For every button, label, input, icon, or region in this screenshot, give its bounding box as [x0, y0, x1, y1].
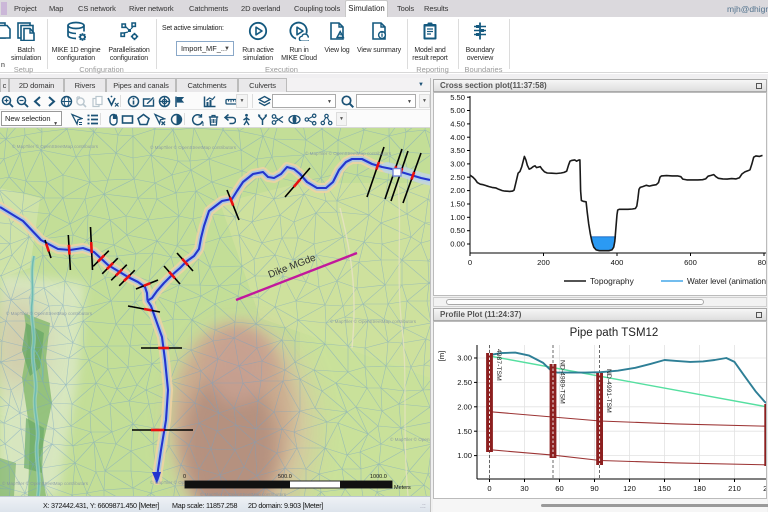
svg-text:2.50: 2.50	[457, 378, 472, 387]
svg-text:0.50: 0.50	[450, 226, 465, 235]
svg-text:[m]: [m]	[437, 351, 446, 361]
svg-text:2.00: 2.00	[457, 402, 472, 411]
svg-text:4.00: 4.00	[450, 133, 465, 142]
svg-text:30: 30	[520, 484, 528, 493]
svg-text:© MapTiler © OpenStreetMap con: © MapTiler © OpenStreetMap contributors	[2, 480, 89, 486]
svg-text:4.50: 4.50	[450, 120, 465, 129]
svg-text:600: 600	[684, 258, 697, 267]
svg-text:3.00: 3.00	[457, 354, 472, 363]
svg-text:0: 0	[487, 484, 491, 493]
svg-text:150: 150	[658, 484, 671, 493]
svg-text:1.50: 1.50	[450, 200, 465, 209]
svg-text:5.00: 5.00	[450, 106, 465, 115]
svg-text:120: 120	[623, 484, 636, 493]
svg-text:© MapTiler © OpenStreetMap con: © MapTiler © OpenStreetMap contributors	[150, 144, 237, 150]
svg-text:© MapTiler © OpenStreetMap con: © MapTiler © OpenStreetMap contributors	[305, 150, 392, 156]
svg-text:© MapTiler © OpenStreetMap con: © MapTiler © OpenStreetMap contributors	[390, 436, 430, 442]
svg-text:5.50: 5.50	[450, 93, 465, 102]
svg-text:180: 180	[693, 484, 706, 493]
svg-text:1.00: 1.00	[457, 451, 472, 460]
svg-text:0.00: 0.00	[450, 240, 465, 249]
svg-text:2.00: 2.00	[450, 186, 465, 195]
svg-text:2.50: 2.50	[450, 173, 465, 182]
svg-text:60: 60	[555, 484, 563, 493]
svg-text:1.00: 1.00	[450, 213, 465, 222]
svg-text:1000.0: 1000.0	[370, 474, 387, 480]
svg-text:90: 90	[590, 484, 598, 493]
svg-text:Meters: Meters	[394, 485, 411, 491]
svg-text:© MapTiler © OpenStreetMap con: © MapTiler © OpenStreetMap contributors	[6, 310, 93, 316]
svg-text:0: 0	[183, 474, 186, 480]
svg-text:Pipe path TSM12: Pipe path TSM12	[570, 327, 659, 339]
svg-text:4987-TSM: 4987-TSM	[495, 349, 502, 381]
svg-text:400: 400	[611, 258, 624, 267]
svg-text:210: 210	[728, 484, 741, 493]
svg-text:© MapTiler © OpenStreetMap con: © MapTiler © OpenStreetMap contributors	[330, 318, 417, 324]
svg-text:ND-4991-TSM: ND-4991-TSM	[605, 369, 612, 413]
svg-text:ND-4989-TSM: ND-4989-TSM	[559, 360, 566, 404]
svg-text:Water level (animation): Water level (animation)	[687, 277, 766, 286]
svg-text:Topography: Topography	[590, 276, 635, 286]
svg-text:240: 240	[763, 484, 766, 493]
svg-text:0: 0	[468, 258, 472, 267]
svg-text:800: 800	[758, 258, 766, 267]
svg-text:500.0: 500.0	[278, 474, 292, 480]
svg-text:3.00: 3.00	[450, 160, 465, 169]
svg-text:© MapTiler © OpenStreetMap con: © MapTiler © OpenStreetMap contributors	[12, 143, 99, 149]
svg-text:1.50: 1.50	[457, 427, 472, 436]
svg-text:200: 200	[537, 258, 550, 267]
svg-text:3.50: 3.50	[450, 146, 465, 155]
